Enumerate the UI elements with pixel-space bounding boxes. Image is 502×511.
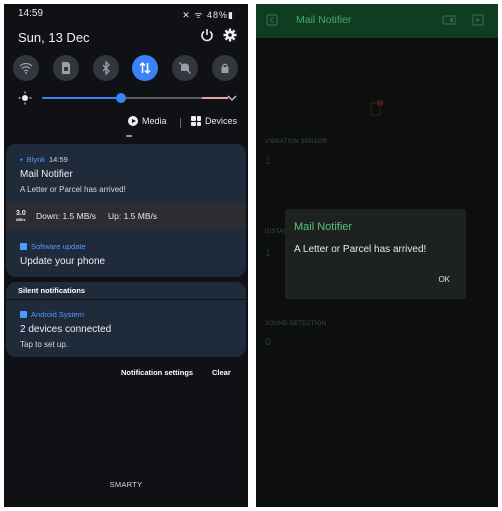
blynk-app-panel: Mail Notifier VIBRATION SENSOR 1 DISTANC… <box>256 4 498 507</box>
brightness-row <box>18 90 240 106</box>
alert-dialog: Mail Notifier A Letter or Parcel has arr… <box>285 209 466 299</box>
date-label: Sun, 13 Dec <box>18 30 90 45</box>
media-devices-row: Media Devices <box>4 116 248 130</box>
brightness-knob[interactable] <box>116 93 127 103</box>
software-update-app-name: Software update <box>31 242 86 251</box>
android-system-title: 2 devices connected <box>20 324 112 335</box>
app-title: Mail Notifier <box>296 14 352 26</box>
software-update-icon <box>20 243 27 250</box>
devices-label: Devices <box>205 116 238 126</box>
ok-button[interactable]: OK <box>438 275 450 284</box>
mute-icon: ✕ <box>182 10 191 20</box>
panel-handle[interactable] <box>126 135 132 137</box>
devices-grid-icon <box>191 116 201 126</box>
silent-notifications-label: Silent notifications <box>18 286 86 295</box>
android-system-app-name: Android System <box>31 310 84 319</box>
wifi-toggle[interactable] <box>13 55 39 81</box>
notification-widget-icon[interactable] <box>370 100 384 116</box>
sun-icon <box>18 91 32 105</box>
media-button[interactable]: Media <box>128 116 167 126</box>
play-icon[interactable] <box>472 14 484 26</box>
net-icon-unit: MB/s <box>16 217 26 222</box>
sound-toggle[interactable] <box>172 55 198 81</box>
notification-footer: Notification settings Clear <box>4 368 248 380</box>
blynk-notification-title: Mail Notifier <box>20 169 73 180</box>
battery-icon: ▮ <box>228 10 234 20</box>
download-speed: Down: 1.5 MB/s <box>36 211 96 221</box>
gear-icon[interactable] <box>223 28 237 42</box>
battery-level: 48% <box>207 10 229 20</box>
back-icon[interactable] <box>266 14 278 26</box>
network-speed-notification[interactable]: 3.0 MB/s Down: 1.5 MB/s Up: 1.5 MB/s <box>6 202 246 230</box>
media-label: Media <box>142 116 167 126</box>
power-icon[interactable] <box>200 28 214 42</box>
blynk-app-name: Blynk <box>26 155 46 164</box>
rotation-lock-toggle[interactable] <box>212 55 238 81</box>
brightness-fill <box>42 97 122 99</box>
network-speed-icon: 3.0 MB/s <box>16 210 26 222</box>
play-icon <box>128 116 138 126</box>
share-device-icon[interactable] <box>442 15 456 25</box>
dialog-title: Mail Notifier <box>294 221 353 233</box>
carrier-label: SMARTY <box>109 480 143 489</box>
notification-shade-panel: 14:59 ✕ ᯤ 48%▮ Sun, 13 Dec Media Devices… <box>4 4 248 507</box>
software-update-app-row: Software update <box>20 242 86 251</box>
android-system-app-row: Android System <box>20 310 84 319</box>
clear-button[interactable]: Clear <box>212 368 231 377</box>
devices-button[interactable]: Devices <box>191 116 237 126</box>
status-bar: 14:59 ✕ ᯤ 48%▮ <box>4 4 248 22</box>
bluetooth-toggle[interactable] <box>93 55 119 81</box>
mobile-data-icon <box>139 61 151 75</box>
divider <box>180 118 181 128</box>
blynk-app-row: ▪ Blynk 14:59 <box>20 155 68 164</box>
notification-group: ▪ Blynk 14:59 Mail Notifier A Letter or … <box>6 144 246 277</box>
silent-notifications-group: Silent notifications Android System 2 de… <box>6 282 246 357</box>
mobile-data-toggle[interactable] <box>132 55 158 81</box>
android-system-message: Tap to set up. <box>20 340 69 349</box>
software-update-title: Update your phone <box>20 256 106 267</box>
bluetooth-icon <box>102 61 110 75</box>
sound-detection-value: 0 <box>265 337 271 348</box>
wifi-icon <box>19 62 33 74</box>
brightness-slider[interactable] <box>42 93 228 103</box>
vibration-sensor-label: VIBRATION SENSOR <box>265 139 328 145</box>
chevron-down-icon[interactable] <box>226 92 238 104</box>
sim-icon <box>62 62 70 74</box>
quick-settings-row <box>11 55 241 83</box>
distance-value: 1 <box>265 248 271 259</box>
signal-icon: ᯤ <box>194 10 204 20</box>
vibration-sensor-value: 1 <box>265 156 271 167</box>
notification-settings-button[interactable]: Notification settings <box>121 368 193 377</box>
android-system-icon <box>20 311 27 318</box>
divider <box>6 299 246 300</box>
blynk-icon: ▪ <box>20 155 23 164</box>
status-time: 14:59 <box>18 8 44 19</box>
app-toolbar: Mail Notifier <box>256 4 498 38</box>
sound-detection-label: SOUND DETECTION <box>265 321 327 327</box>
brightness-warning-segment <box>202 97 228 99</box>
net-icon-value: 3.0 <box>16 210 26 217</box>
lock-rotation-icon <box>221 63 229 73</box>
sim-toggle[interactable] <box>53 55 79 81</box>
blynk-time: 14:59 <box>49 155 68 164</box>
dialog-message: A Letter or Parcel has arrived! <box>294 244 427 255</box>
blynk-notification-message: A Letter or Parcel has arrived! <box>20 185 126 194</box>
upload-speed: Up: 1.5 MB/s <box>108 211 158 221</box>
sound-off-icon <box>179 62 191 74</box>
status-icons: ✕ ᯤ 48%▮ <box>182 8 234 21</box>
